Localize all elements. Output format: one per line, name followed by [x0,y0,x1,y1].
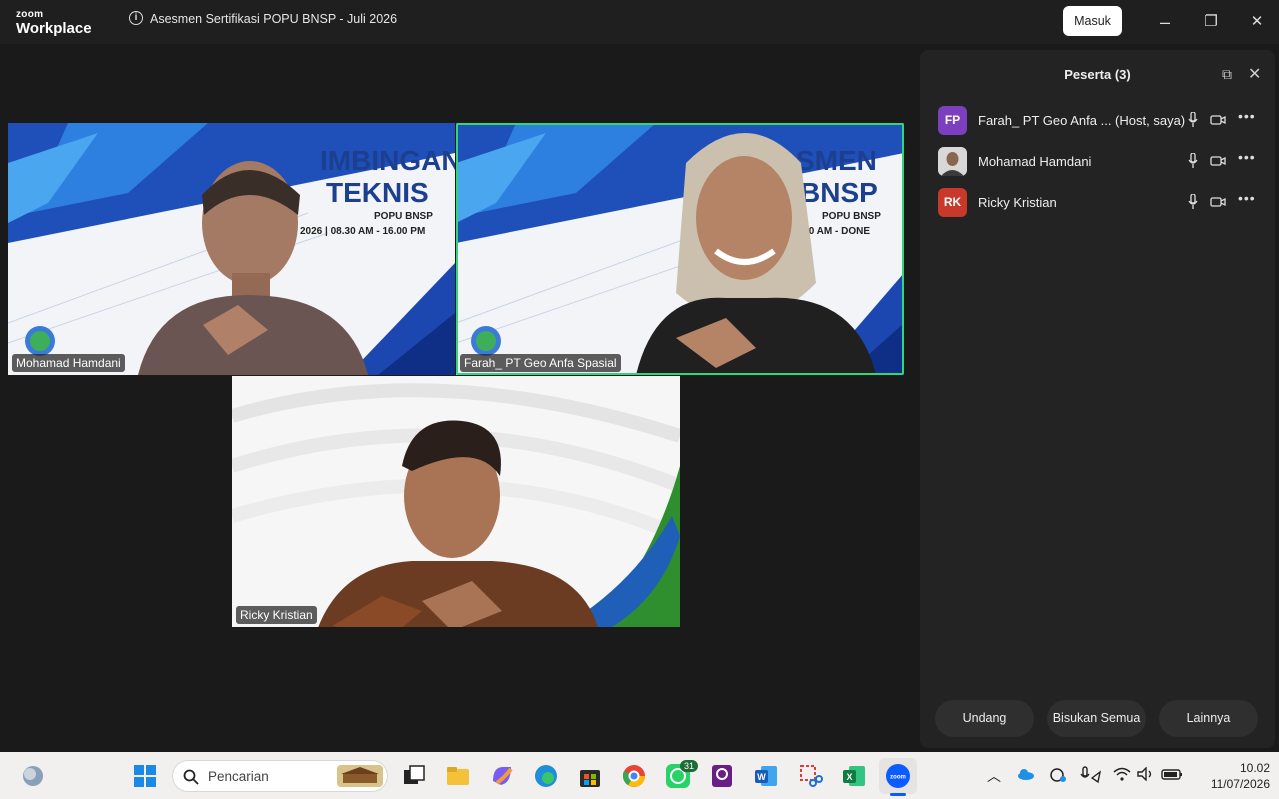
minimize-button[interactable]: – [1150,8,1180,36]
participant-name: Mohamad Hamdani [978,154,1092,169]
participant-name-tag: Farah_ PT Geo Anfa Spasial [460,354,621,372]
meeting-title: Asesmen Sertifikasi POPU BNSP - Juli 202… [150,12,398,26]
participant-row[interactable]: RK Ricky Kristian ••• [934,186,1264,218]
snipping-tool-icon[interactable] [797,763,823,789]
participants-panel: Peserta (3) ⧉ ✕ FP Farah_ PT Geo Anfa ..… [920,50,1275,748]
participant-name-tag: Mohamad Hamdani [12,354,125,372]
copilot-icon[interactable] [489,763,515,789]
word-icon[interactable]: W [753,763,779,789]
svg-text:W: W [757,772,766,782]
onedrive-icon[interactable] [1017,768,1035,780]
search-placeholder: Pencarian [208,769,269,784]
popout-icon[interactable]: ⧉ [1222,66,1232,83]
microphone-icon[interactable] [1188,112,1198,128]
more-options-icon[interactable]: ••• [1238,149,1256,165]
join-button[interactable]: Masuk [1063,6,1122,36]
video-camera-icon[interactable] [1210,196,1226,208]
zoom-logo: zoom Workplace [16,9,92,37]
close-button[interactable]: ✕ [1242,8,1272,36]
logo-top-text: zoom [16,9,44,20]
chevron-up-icon[interactable]: ︿ [987,766,1001,786]
microphone-tray-icon[interactable] [1080,766,1102,784]
taskbar-search[interactable]: Pencarian [172,760,388,792]
active-app-indicator [890,793,906,796]
video-tile-mohamad[interactable]: IMBINGAN TEKNIS POPU BNSP 2026 | 08.30 A… [8,123,455,375]
title-bar: zoom Workplace i Asesmen Sertifikasi POP… [0,0,1279,44]
info-icon[interactable]: i [129,11,143,25]
more-options-icon[interactable]: ••• [1238,190,1256,206]
close-icon[interactable]: ✕ [1248,64,1261,84]
microsoft-store-icon[interactable] [577,763,603,789]
video-tile-farah[interactable]: SMEN BNSP POPU BNSP 6 |10 AM - DONE Fara… [456,123,904,375]
video-camera-icon[interactable] [1210,155,1226,167]
pdf-reader-icon[interactable] [709,763,735,789]
avatar-photo [938,147,967,176]
participant-name: Ricky Kristian [978,195,1057,210]
file-explorer-icon[interactable] [445,763,471,789]
invite-button[interactable]: Undang [935,700,1034,737]
video-camera-icon[interactable] [1210,114,1226,126]
restore-button[interactable]: ❐ [1196,8,1226,36]
video-tile-ricky[interactable]: Ricky Kristian [232,376,680,627]
weather-icon[interactable] [20,763,46,789]
mute-all-button[interactable]: Bisukan Semua [1047,700,1146,737]
participant-video-ricky [318,420,598,627]
svg-text:zoom: zoom [890,775,906,781]
avatar: RK [938,188,967,217]
participant-row[interactable]: Mohamad Hamdani ••• [934,145,1264,177]
cloud-sync-icon[interactable] [1049,767,1067,783]
excel-icon[interactable]: X [841,763,867,789]
participant-video-farah [636,133,876,375]
participant-video-mohamad [138,161,368,375]
wifi-icon[interactable] [1113,767,1131,781]
microphone-icon[interactable] [1188,194,1198,210]
microphone-icon[interactable] [1188,153,1198,169]
clock-time: 10.02 [1239,761,1270,775]
participant-row[interactable]: FP Farah_ PT Geo Anfa ... (Host, saya) •… [934,104,1264,136]
search-highlight-icon [337,765,383,787]
zoom-icon[interactable]: zoom [885,763,911,789]
logo-bottom-text: Workplace [16,20,92,37]
participant-name-tag: Ricky Kristian [236,606,317,624]
svg-text:X: X [846,772,852,782]
clock-date: 11/07/2026 [1210,777,1270,791]
notification-badge: 31 [680,760,699,772]
system-clock[interactable]: 10.02 11/07/2026 [1190,760,1270,792]
edge-icon[interactable] [533,763,559,789]
chrome-icon[interactable] [621,763,647,789]
more-options-icon[interactable]: ••• [1238,108,1256,124]
banner-subtitle: POPU BNSP [374,211,433,222]
more-button[interactable]: Lainnya [1159,700,1258,737]
task-view-icon[interactable] [401,763,427,789]
participant-name: Farah_ PT Geo Anfa ... (Host, saya) [978,113,1186,128]
search-icon [183,769,199,785]
battery-icon[interactable] [1161,769,1183,780]
volume-icon[interactable] [1137,767,1155,781]
video-stage: IMBINGAN TEKNIS POPU BNSP 2026 | 08.30 A… [0,44,918,752]
avatar: FP [938,106,967,135]
taskbar: Pencarian 31 W X zoom ︿ 10.02 11/07/2026 [0,752,1279,799]
windows-start-icon[interactable] [132,763,158,789]
